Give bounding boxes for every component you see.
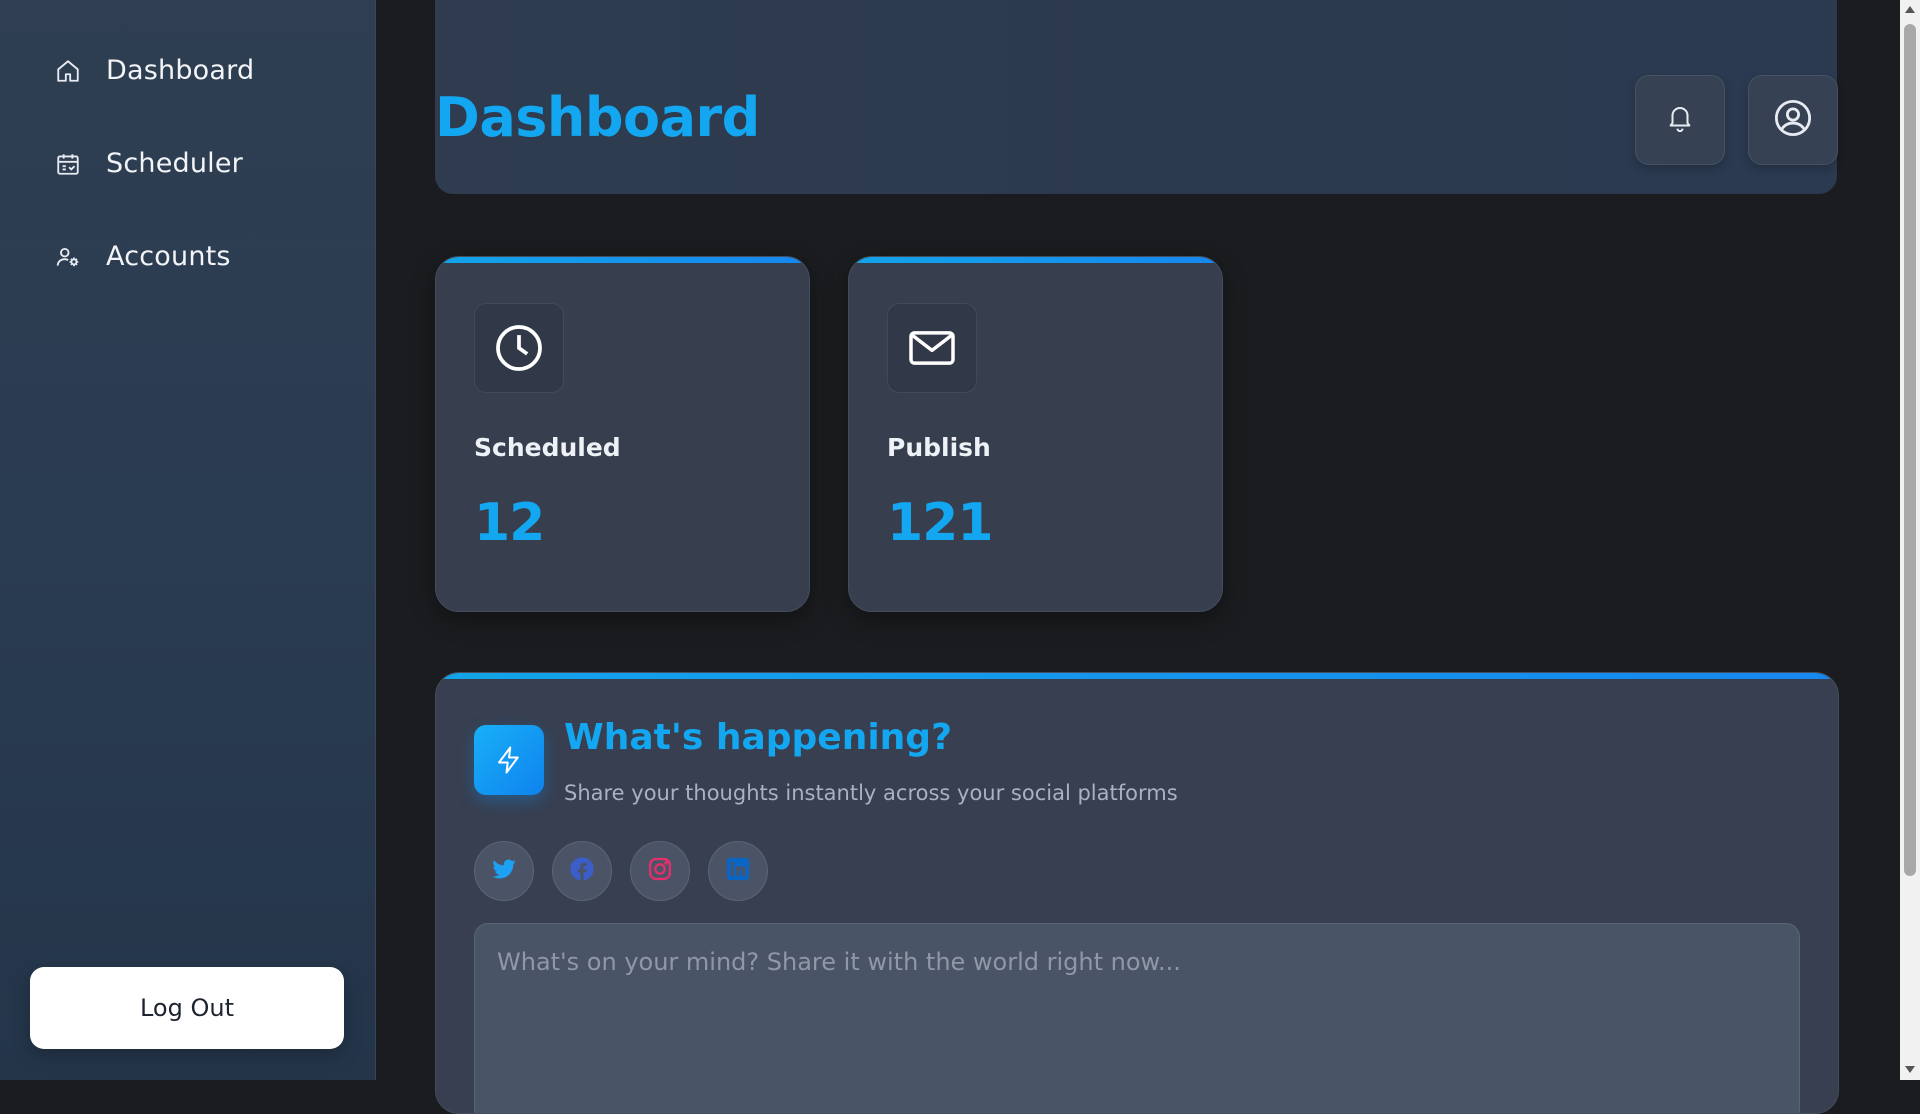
sidebar-nav: Dashboard Scheduler Accounts [0, 24, 375, 303]
stat-value: 121 [887, 493, 994, 553]
platform-toggle-instagram[interactable] [630, 841, 690, 901]
scroll-down-arrow-icon[interactable] [1905, 1066, 1915, 1073]
sidebar-item-label: Scheduler [106, 148, 243, 179]
composer-title: What's happening? [564, 717, 952, 758]
platform-toggle-linkedin[interactable] [708, 841, 768, 901]
stat-label: Publish [887, 433, 991, 462]
composer-subtitle: Share your thoughts instantly across you… [564, 781, 1178, 805]
platform-toggle-facebook[interactable] [552, 841, 612, 901]
stat-card-scheduled: Scheduled 12 [435, 256, 810, 612]
sidebar-item-scheduler[interactable]: Scheduler [0, 117, 375, 210]
sidebar-item-accounts[interactable]: Accounts [0, 210, 375, 303]
twitter-icon [490, 855, 518, 887]
composer-accent-bar [436, 673, 1838, 679]
card-accent-bar [436, 257, 809, 263]
sidebar-item-dashboard[interactable]: Dashboard [0, 24, 375, 117]
calendar-icon [54, 150, 82, 178]
mail-icon [887, 303, 977, 393]
card-accent-bar [849, 257, 1222, 263]
page-header: Dashboard [435, 0, 1838, 194]
lightning-icon [474, 725, 544, 795]
sidebar: Dashboard Scheduler Accounts Log Out [0, 0, 376, 1080]
stat-label: Scheduled [474, 433, 621, 462]
stat-value: 12 [474, 493, 545, 553]
sidebar-item-label: Dashboard [106, 55, 255, 86]
sidebar-item-label: Accounts [106, 241, 231, 272]
post-text-input[interactable] [474, 923, 1800, 1113]
profile-button[interactable] [1748, 75, 1838, 165]
post-composer: What's happening? Share your thoughts in… [435, 672, 1839, 1114]
user-circle-icon [1772, 97, 1814, 143]
page-title: Dashboard [435, 86, 760, 149]
notifications-button[interactable] [1635, 75, 1725, 165]
linkedin-icon [724, 855, 752, 887]
facebook-icon [568, 855, 596, 887]
page-scrollbar[interactable] [1900, 0, 1920, 1080]
bell-icon [1665, 102, 1695, 138]
scroll-up-arrow-icon[interactable] [1905, 6, 1915, 13]
home-icon [54, 57, 82, 85]
clock-icon [474, 303, 564, 393]
platform-toggle-twitter[interactable] [474, 841, 534, 901]
stat-card-publish: Publish 121 [848, 256, 1223, 612]
scrollbar-thumb[interactable] [1904, 24, 1916, 876]
logout-button[interactable]: Log Out [30, 967, 344, 1049]
user-settings-icon [54, 243, 82, 271]
instagram-icon [646, 855, 674, 887]
